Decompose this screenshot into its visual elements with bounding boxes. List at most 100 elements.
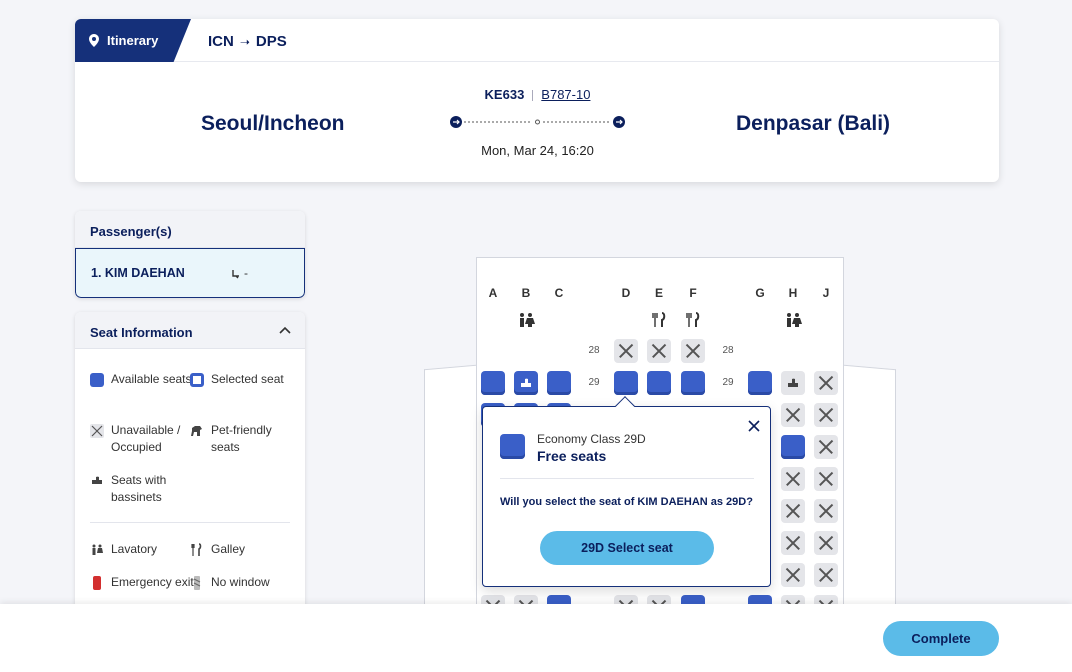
flight-separator: [532, 90, 534, 102]
pet-icon: [191, 426, 202, 436]
passenger-row[interactable]: 1. KIM DAEHAN -: [75, 248, 305, 298]
seat-select-popup: Economy Class 29D Free seats Will you se…: [482, 406, 771, 587]
column-letter: E: [654, 286, 663, 300]
galley-icon: [686, 312, 700, 327]
bassinet-icon: [788, 378, 798, 387]
seat-icon: [500, 434, 525, 459]
legend-label: Unavailable / Occupied: [111, 423, 181, 454]
itinerary-header: Itinerary ICN ➝ DPS: [75, 19, 999, 62]
legend-divider: [90, 522, 290, 523]
column-letter: F: [689, 286, 697, 300]
seat-28D: [614, 339, 638, 363]
column-letter: D: [621, 286, 631, 300]
column-letter: J: [822, 286, 830, 300]
seat-28E: [647, 339, 671, 363]
seat-28F: [681, 339, 705, 363]
row-number: 28: [588, 345, 600, 356]
row-number: 29: [588, 377, 600, 388]
seat-31H[interactable]: [781, 435, 805, 459]
column-letter: A: [488, 286, 498, 300]
galley-icon: [652, 312, 666, 327]
legend-label: Emergency exit: [111, 575, 194, 589]
seat-info-panel: Seat Information Available seats Selecte…: [75, 312, 305, 612]
popup-seat-class: Economy Class 29D: [537, 432, 646, 446]
lavatory-icon: [520, 313, 535, 327]
seat-29E[interactable]: [647, 371, 671, 395]
seat-33H: [781, 499, 805, 523]
passenger-panel: Passenger(s) 1. KIM DAEHAN -: [75, 211, 305, 298]
chevron-up-icon[interactable]: [279, 326, 291, 334]
lavatory-icon: [787, 313, 802, 327]
seat-32J: [814, 467, 838, 491]
origin-city: Seoul/Incheon: [201, 112, 345, 135]
seat-34J: [814, 531, 838, 555]
legend-label: Available seats: [111, 372, 192, 386]
route-code: ICN ➝ DPS: [208, 33, 287, 50]
seat-35H: [781, 563, 805, 587]
location-pin-icon: [89, 34, 99, 47]
column-letter: B: [521, 286, 531, 300]
seat-info-header[interactable]: Seat Information: [75, 312, 305, 349]
seat-33J: [814, 499, 838, 523]
itinerary-tab-label: Itinerary: [107, 33, 159, 48]
passenger-panel-title: Passenger(s): [90, 224, 172, 239]
seat-29A[interactable]: [481, 371, 505, 395]
passenger-name: 1. KIM DAEHAN: [91, 266, 185, 280]
column-letter: H: [788, 286, 798, 300]
destination-code: DPS: [255, 33, 287, 50]
seat-29H: [781, 371, 805, 395]
passenger-seat-value: -: [244, 266, 248, 280]
flight-number: KE633: [484, 87, 525, 102]
departure-datetime: Mon, Mar 24, 16:20: [481, 143, 594, 158]
popup-question: Will you select the seat of KIM DAEHAN a…: [500, 496, 753, 508]
column-letter: C: [554, 286, 564, 300]
available-seat-icon: [90, 373, 104, 387]
flight-path-icon: [450, 116, 625, 128]
origin-code: ICN: [208, 33, 234, 50]
footer-bar: Complete: [0, 604, 1072, 672]
destination-city: Denpasar (Bali): [736, 112, 891, 135]
seat-29C[interactable]: [547, 371, 571, 395]
popup-divider: [500, 478, 754, 479]
itinerary-card: Itinerary ICN ➝ DPS Seoul/Incheon Denpasar…: [75, 19, 999, 182]
seat-29F[interactable]: [681, 371, 705, 395]
column-letter: G: [755, 286, 765, 300]
seat-30J: [814, 403, 838, 427]
seat-info-title: Seat Information: [90, 325, 193, 340]
bassinet-icon: [92, 476, 102, 484]
legend-label: No window: [211, 575, 270, 589]
no-window-icon: [193, 576, 201, 590]
legend-label: Pet-friendly seats: [211, 423, 272, 454]
complete-button[interactable]: Complete: [883, 621, 999, 656]
seat-29D[interactable]: [614, 371, 638, 395]
seat-icon: [232, 269, 239, 279]
lavatory-icon: [92, 544, 103, 555]
passenger-seat: -: [231, 266, 248, 280]
emergency-exit-icon: [93, 576, 101, 590]
itinerary-tab[interactable]: Itinerary: [75, 19, 191, 62]
flight-info: KE633 B787-10: [455, 87, 620, 102]
seat-30H: [781, 403, 805, 427]
seat-34H: [781, 531, 805, 555]
galley-icon: [191, 543, 202, 556]
legend-label: Selected seat: [211, 372, 284, 386]
seat-29G[interactable]: [748, 371, 772, 395]
legend-label: Seats with bassinets: [111, 473, 167, 504]
passenger-panel-header: Passenger(s): [75, 211, 305, 248]
legend-label: Galley: [211, 542, 246, 556]
row-number: 29: [722, 377, 734, 388]
plane-arrow-icon: ➝: [239, 35, 250, 49]
seat-35J: [814, 563, 838, 587]
close-icon[interactable]: [747, 419, 761, 433]
seat-29B[interactable]: [514, 371, 538, 395]
bassinet-icon: [521, 378, 531, 387]
select-seat-button[interactable]: 29D Select seat: [540, 531, 714, 565]
seat-29J: [814, 371, 838, 395]
popup-seat-price: Free seats: [537, 448, 607, 464]
aircraft-link[interactable]: B787-10: [541, 87, 590, 102]
seat-32H: [781, 467, 805, 491]
row-number: 28: [722, 345, 734, 356]
selected-seat-icon: [190, 373, 204, 387]
seat-31J: [814, 435, 838, 459]
occupied-seat-icon: [90, 424, 104, 438]
